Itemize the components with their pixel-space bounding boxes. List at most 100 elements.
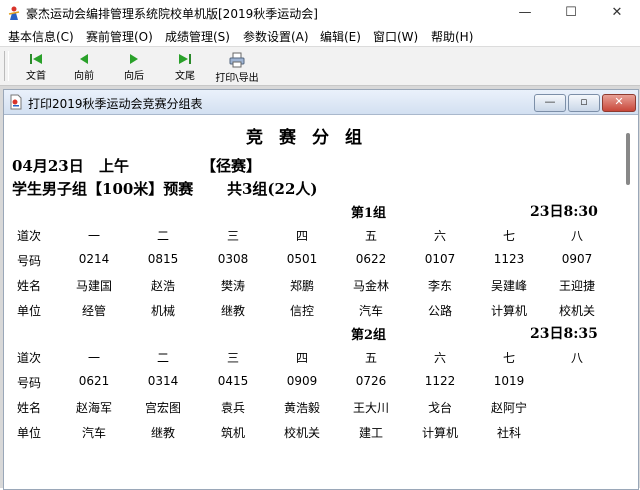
number-cell: 0308 <box>217 252 249 266</box>
unit-cell: 社科 <box>496 426 521 440</box>
unit-cell: 计算机 <box>421 426 458 440</box>
report-window: 打印2019秋季运动会竞赛分组表 — ▫ ✕ 竞赛分组 04月23日 上午 【径… <box>3 89 639 490</box>
unit-cell: 校机关 <box>283 426 320 440</box>
menu-edit[interactable]: 编辑(E) <box>320 28 361 45</box>
menu-bar: 基本信息(C) 赛前管理(O) 成绩管理(S) 参数设置(A) 编辑(E) 窗口… <box>0 26 640 47</box>
number-cell: 0622 <box>355 252 387 266</box>
report-close-button[interactable]: ✕ <box>602 94 636 112</box>
next-page-label: 向后 <box>124 71 144 82</box>
lane-cell: 二 <box>156 229 169 243</box>
name-cell: 黄浩毅 <box>283 401 320 415</box>
first-page-button[interactable]: 文首 <box>13 50 59 84</box>
group-2-unit-row: 单位 汽车 继教 筑机 校机关 建工 计算机 社科 <box>5 424 619 442</box>
minimize-button[interactable]: — <box>502 0 548 26</box>
name-cell: 赵浩 <box>150 279 175 293</box>
row-label-name: 姓名 <box>17 401 42 415</box>
lane-cell: 六 <box>433 351 446 365</box>
unit-cell: 筑机 <box>220 426 245 440</box>
app-icon <box>8 6 20 20</box>
lane-cell: 三 <box>226 229 239 243</box>
unit-cell: 汽车 <box>358 304 383 318</box>
number-cell: 0726 <box>355 374 387 388</box>
lane-cell: 一 <box>87 351 100 365</box>
group-2-lane-row: 道次 一 二 三 四 五 六 七 八 <box>5 349 619 367</box>
report-content: 竞赛分组 04月23日 上午 【径赛】 学生男子组【100米】预赛 共3组(22… <box>5 115 619 489</box>
report-doc-icon <box>10 94 22 110</box>
number-cell: 0415 <box>217 374 249 388</box>
report-window-title: 打印2019秋季运动会竞赛分组表 <box>28 97 203 111</box>
name-cell: 马金林 <box>352 279 389 293</box>
next-page-button[interactable]: 向后 <box>111 50 157 84</box>
vertical-scrollbar[interactable] <box>620 115 638 489</box>
lane-cell: 八 <box>570 351 583 365</box>
row-label-number: 号码 <box>17 376 42 390</box>
unit-cell: 信控 <box>289 304 314 318</box>
unit-cell: 计算机 <box>490 304 527 318</box>
number-cell: 1122 <box>424 374 456 388</box>
window-title-bar: 豪杰运动会编排管理系统院校单机版[2019秋季运动会] — ☐ ✕ <box>0 0 640 27</box>
name-cell: 王迎捷 <box>558 279 595 293</box>
group-2-name-row: 姓名 赵海军 宫宏图 袁兵 黄浩毅 王大川 戈台 赵阿宁 <box>5 399 619 417</box>
report-category: 【径赛】 <box>201 157 262 175</box>
print-export-label: 打印\导出 <box>215 73 259 84</box>
group-2-time: 23日8:35 <box>530 326 598 342</box>
number-cell: 0501 <box>286 252 318 266</box>
report-date: 04月23日 <box>12 157 84 175</box>
first-page-label: 文首 <box>26 71 46 82</box>
row-label-unit: 单位 <box>17 426 42 440</box>
name-cell: 樊涛 <box>220 279 245 293</box>
number-cell: 1123 <box>493 252 525 266</box>
lane-cell: 四 <box>295 229 308 243</box>
maximize-button[interactable]: ☐ <box>548 0 594 26</box>
menu-window[interactable]: 窗口(W) <box>373 28 418 45</box>
number-cell: 0815 <box>147 252 179 266</box>
name-cell: 马建国 <box>75 279 112 293</box>
unit-cell: 汽车 <box>81 426 106 440</box>
last-page-icon <box>179 54 191 64</box>
last-page-label: 文尾 <box>175 71 195 82</box>
report-title: 竞赛分组 <box>246 128 378 148</box>
unit-cell: 继教 <box>150 426 175 440</box>
name-cell: 戈台 <box>427 401 452 415</box>
lane-cell: 三 <box>226 351 239 365</box>
name-cell: 郑鹏 <box>289 279 314 293</box>
unit-cell: 机械 <box>150 304 175 318</box>
menu-settings[interactable]: 参数设置(A) <box>243 28 309 45</box>
menu-results[interactable]: 成绩管理(S) <box>165 28 230 45</box>
prev-page-icon <box>80 54 88 64</box>
menu-help[interactable]: 帮助(H) <box>431 28 473 45</box>
lane-cell: 六 <box>433 229 446 243</box>
group-1-name-row: 姓名 马建国 赵浩 樊涛 郑鹏 马金林 李东 吴建峰 王迎捷 <box>5 277 619 295</box>
report-window-title-bar: 打印2019秋季运动会竞赛分组表 — ▫ ✕ <box>4 90 638 115</box>
scrollbar-thumb[interactable] <box>626 133 630 185</box>
lane-cell: 五 <box>364 351 377 365</box>
prev-page-button[interactable]: 向前 <box>61 50 107 84</box>
close-button[interactable]: ✕ <box>594 0 640 26</box>
menu-basic-info[interactable]: 基本信息(C) <box>8 28 74 45</box>
number-cell: 0907 <box>561 252 593 266</box>
row-label-number: 号码 <box>17 254 42 268</box>
group-1-time: 23日8:30 <box>530 204 598 220</box>
unit-cell: 公路 <box>427 304 452 318</box>
unit-cell: 继教 <box>220 304 245 318</box>
prev-page-label: 向前 <box>74 71 94 82</box>
lane-cell: 七 <box>502 229 515 243</box>
name-cell: 赵海军 <box>75 401 112 415</box>
lane-cell: 七 <box>502 351 515 365</box>
report-maximize-button[interactable]: ▫ <box>568 94 600 112</box>
number-cell: 0621 <box>78 374 110 388</box>
menu-pre-race[interactable]: 赛前管理(O) <box>86 28 153 45</box>
name-cell: 袁兵 <box>220 401 245 415</box>
report-minimize-button[interactable]: — <box>534 94 566 112</box>
number-cell: 0107 <box>424 252 456 266</box>
name-cell: 吴建峰 <box>490 279 527 293</box>
name-cell: 赵阿宁 <box>490 401 527 415</box>
event-line: 学生男子组【100米】预赛 <box>12 180 194 198</box>
last-page-button[interactable]: 文尾 <box>162 50 208 84</box>
number-cell: 0214 <box>78 252 110 266</box>
groups-summary: 共3组(22人) <box>227 180 318 198</box>
toolbar-grip <box>4 51 9 81</box>
group-1-title: 第1组 <box>351 206 387 221</box>
print-export-button[interactable]: 打印\导出 <box>212 50 262 84</box>
lane-cell: 八 <box>570 229 583 243</box>
